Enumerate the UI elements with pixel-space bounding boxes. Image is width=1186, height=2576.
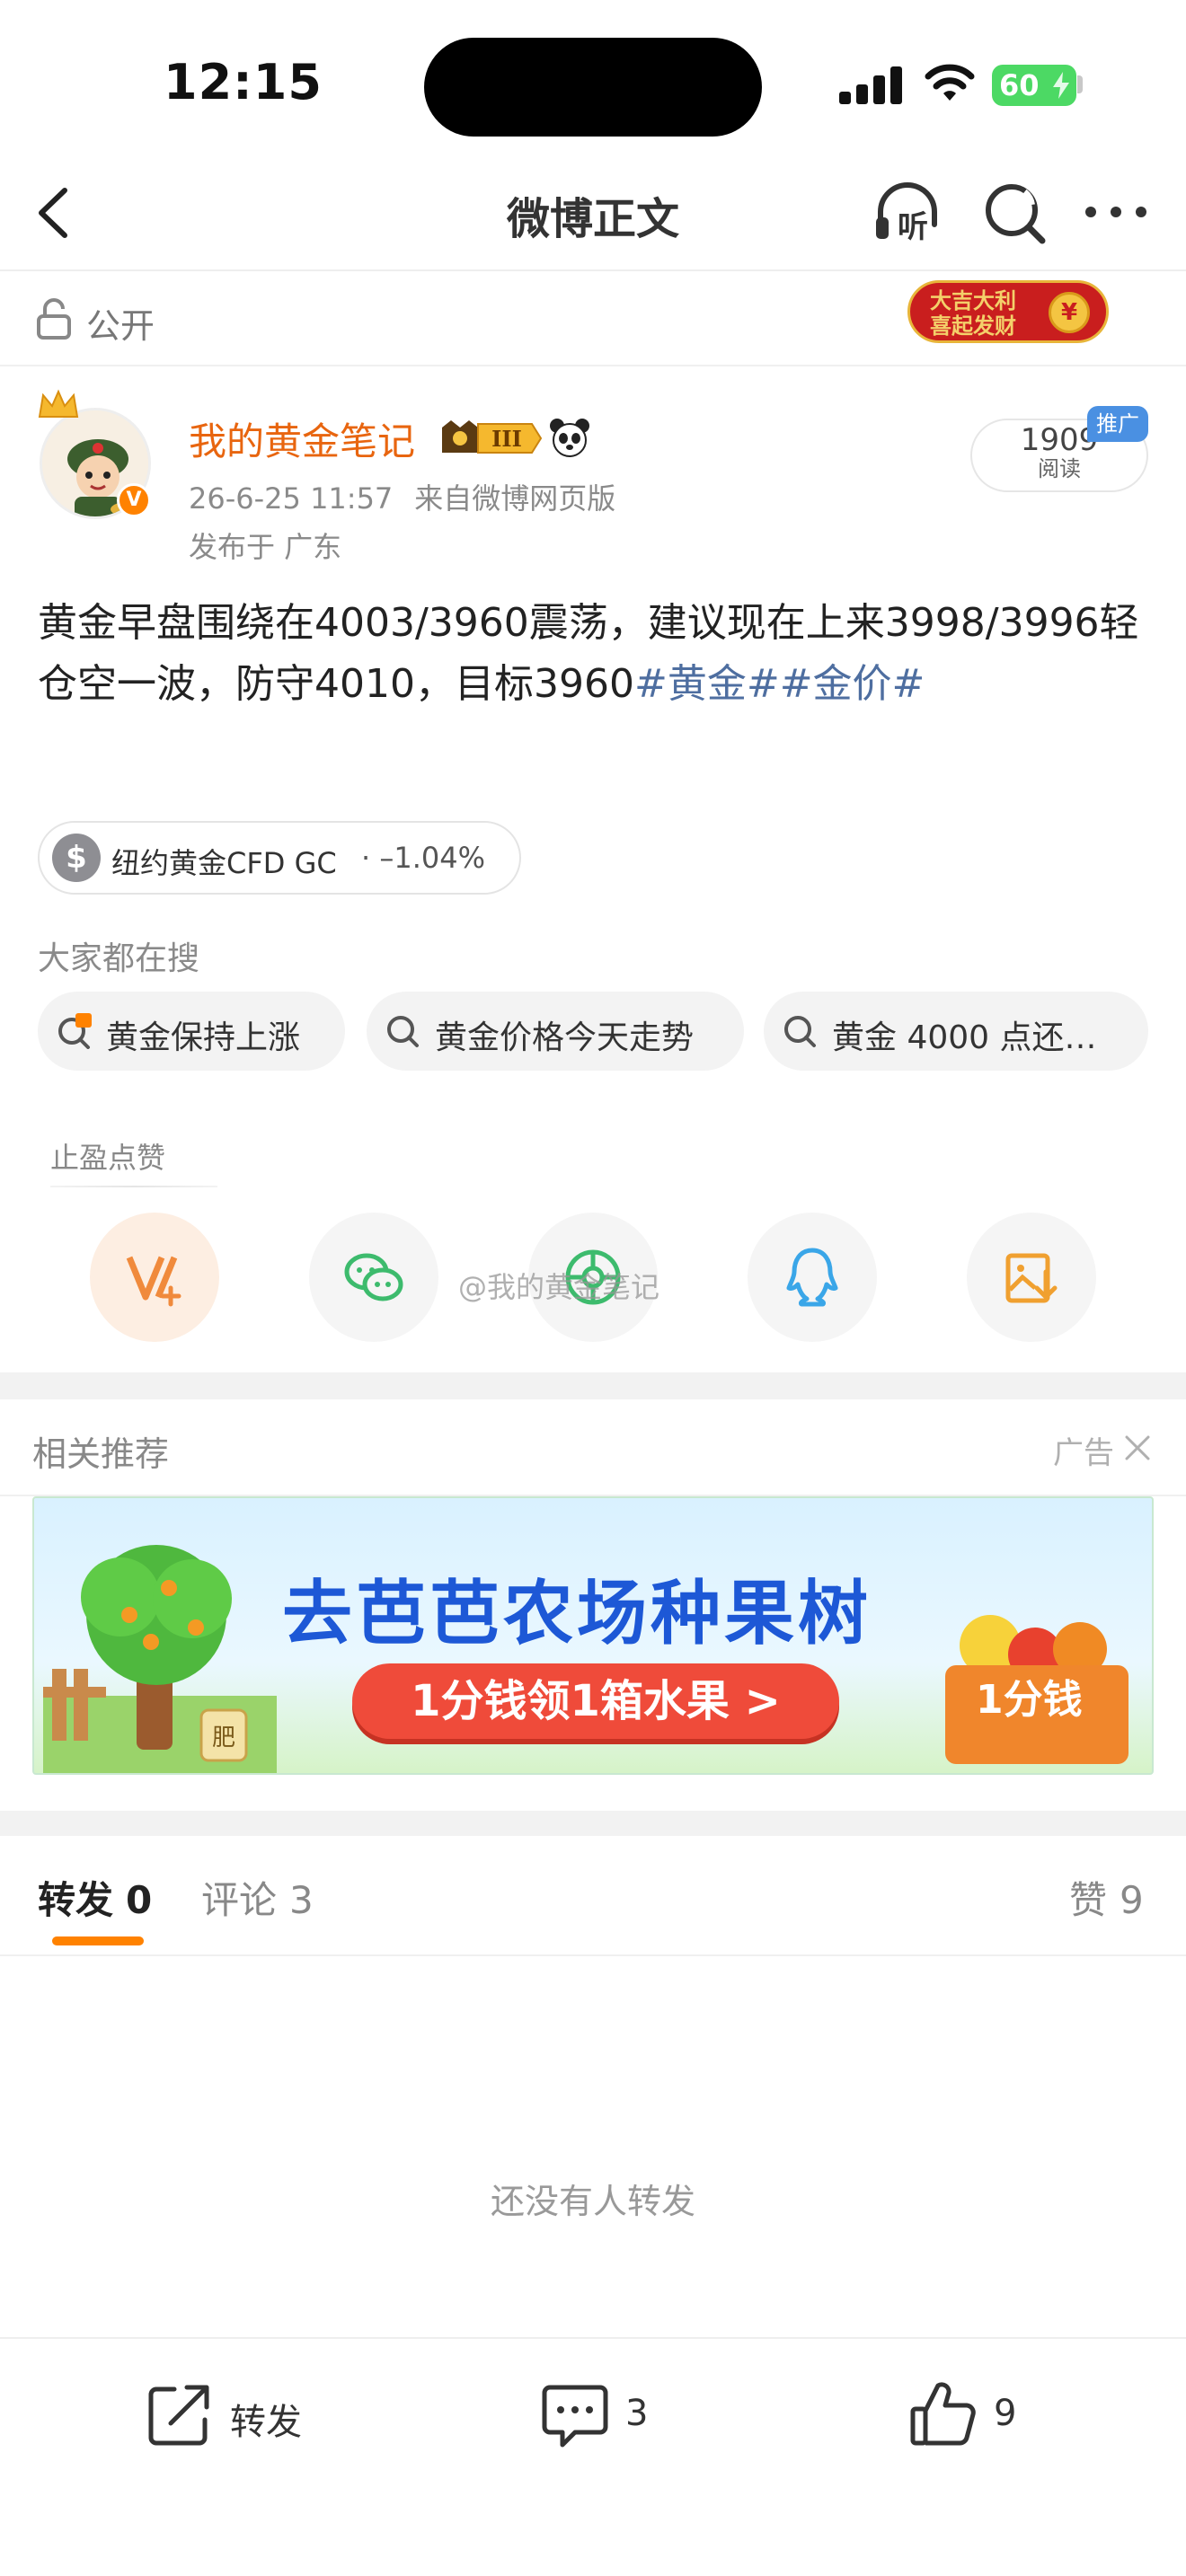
- tab-label: 转发: [38, 1878, 114, 1922]
- hashtag-gold-price[interactable]: #金价#: [780, 661, 925, 707]
- festival-text: 大吉大利 喜起发财: [930, 288, 1016, 339]
- stock-name: 纽约黄金CFD GC: [111, 846, 337, 880]
- cellular-signal-icon: [839, 65, 902, 104]
- qq-share-button[interactable]: [748, 1213, 877, 1342]
- empty-state: 还没有人转发: [490, 2182, 695, 2221]
- save-image-button[interactable]: [967, 1213, 1096, 1342]
- close-icon[interactable]: [1121, 1432, 1154, 1464]
- tab-repost[interactable]: 转发 0: [38, 1870, 152, 1925]
- comment-count: 3: [625, 2393, 649, 2434]
- dynamic-island: [424, 38, 762, 137]
- stock-change: · –1.04%: [361, 841, 485, 875]
- ad-cta-button[interactable]: 1分钱领1箱水果 >: [352, 1663, 839, 1739]
- listen-label: 听: [898, 209, 928, 245]
- fruit-tree-illustration: 肥: [43, 1545, 277, 1773]
- repost-label: 转发: [230, 2402, 302, 2443]
- save-image-icon: [1005, 1253, 1058, 1303]
- like-count: 9: [994, 2393, 1017, 2434]
- thumbs-up-icon: [910, 2382, 976, 2446]
- verified-badge: V: [117, 483, 151, 517]
- ad-banner[interactable]: 肥 去芭芭农场种果树 1分钱领1箱水果 > 1分钱: [32, 1496, 1154, 1775]
- stock-chip[interactable]: $ 纽约黄金CFD GC · –1.04%: [38, 821, 521, 895]
- post-meta: 26-6-25 11:57 来自微博网页版: [189, 476, 615, 517]
- wifi-icon: [925, 64, 975, 101]
- search-chip-label: 黄金保持上涨: [106, 1019, 301, 1056]
- tab-label: 赞: [1069, 1878, 1108, 1922]
- post-text: 黄金早盘围绕在4003/3960震荡，建议现在上来3998/3996轻仓空一波，…: [38, 593, 1152, 715]
- author-name[interactable]: 我的黄金笔记: [189, 411, 415, 466]
- interaction-tabs: 转发 0 评论 3 赞9: [0, 1836, 1186, 1956]
- nav-bar: 微博正文 听: [0, 158, 1186, 271]
- share-tip-underline: [50, 1186, 217, 1187]
- search-chip-label: 黄金 4000 点还…: [832, 1019, 1097, 1056]
- search-chip[interactable]: 黄金保持上涨: [38, 992, 345, 1071]
- weibo-watermark: @我的黄金笔记: [458, 1270, 660, 1304]
- trending-search-title: 大家都在搜: [38, 940, 200, 977]
- panda-icon: [550, 419, 589, 457]
- ad-headline: 去芭芭农场种果树: [282, 1574, 872, 1654]
- share-tip: 止盈点赞: [50, 1141, 166, 1175]
- author-avatar[interactable]: V: [36, 388, 153, 523]
- like-button[interactable]: 9: [907, 2378, 1033, 2450]
- ad-label: 广告: [1053, 1435, 1114, 1471]
- charging-bolt-icon: [1053, 72, 1069, 99]
- repost-icon: [148, 2385, 209, 2446]
- section-divider: [0, 1372, 1186, 1399]
- search-icon: [784, 1016, 816, 1047]
- tab-count: 9: [1120, 1878, 1144, 1922]
- listen-icon[interactable]: 听: [873, 178, 951, 246]
- search-chip[interactable]: 黄金价格今天走势: [367, 992, 744, 1071]
- hot-search-icon: [58, 1013, 92, 1049]
- bottom-action-bar: 转发 3 9: [0, 2337, 1186, 2576]
- post-body: 黄金早盘围绕在4003/3960震荡，建议现在上来3998/3996轻仓空一波，…: [38, 600, 1139, 707]
- tab-count: 0: [126, 1878, 153, 1922]
- status-bar: 12:15 60: [0, 0, 1186, 158]
- comment-button[interactable]: 3: [539, 2378, 665, 2450]
- repost-button[interactable]: 转发: [144, 2378, 323, 2450]
- vip-level-badge[interactable]: III: [438, 419, 544, 458]
- status-time: 12:15: [164, 54, 323, 110]
- section-divider: [0, 1811, 1186, 1836]
- unlock-icon: [37, 298, 71, 340]
- related-title: 相关推荐: [32, 1434, 170, 1474]
- post-location: 发布于 广东: [189, 530, 342, 564]
- post-source: 来自微博网页版: [414, 481, 616, 516]
- more-options-icon[interactable]: [1084, 201, 1148, 223]
- vip-level-text: III: [491, 426, 522, 452]
- wechat-share-button[interactable]: [309, 1213, 438, 1342]
- comment-icon: [542, 2385, 608, 2448]
- tab-like[interactable]: 赞9: [1069, 1870, 1144, 1925]
- battery-indicator: 60: [992, 65, 1076, 106]
- battery-cap: [1077, 75, 1083, 93]
- crown-icon: [38, 389, 79, 418]
- festival-banner[interactable]: 大吉大利 喜起发财 ¥: [907, 280, 1109, 343]
- vplus-share-button[interactable]: [90, 1213, 219, 1342]
- ad-basket-label: 1分钱: [976, 1677, 1083, 1723]
- search-chip-label: 黄金价格今天走势: [435, 1019, 695, 1056]
- search-icon: [387, 1016, 419, 1047]
- vplus-icon: [126, 1256, 181, 1307]
- coin-icon: ¥: [1049, 292, 1090, 333]
- hashtag-gold[interactable]: #黄金#: [634, 661, 780, 707]
- active-tab-indicator: [52, 1936, 144, 1945]
- promo-badge: 推广: [1087, 406, 1148, 442]
- visibility-label: 公开: [86, 306, 155, 346]
- battery-level: 60: [999, 68, 1040, 102]
- visibility-row: 公开 大吉大利 喜起发财 ¥: [0, 271, 1186, 366]
- tab-label: 评论: [201, 1878, 278, 1922]
- tab-comment[interactable]: 评论 3: [201, 1870, 314, 1925]
- read-label: 阅读: [1038, 456, 1081, 481]
- wechat-icon: [344, 1253, 403, 1301]
- dollar-icon: $: [52, 834, 101, 882]
- search-chip[interactable]: 黄金 4000 点还…: [764, 992, 1148, 1071]
- qq-icon: [786, 1248, 838, 1307]
- search-icon[interactable]: [981, 180, 1051, 248]
- fertilizer-bag-label: 肥: [212, 1725, 235, 1751]
- tab-count: 3: [289, 1878, 314, 1922]
- post-date: 26-6-25 11:57: [189, 481, 394, 516]
